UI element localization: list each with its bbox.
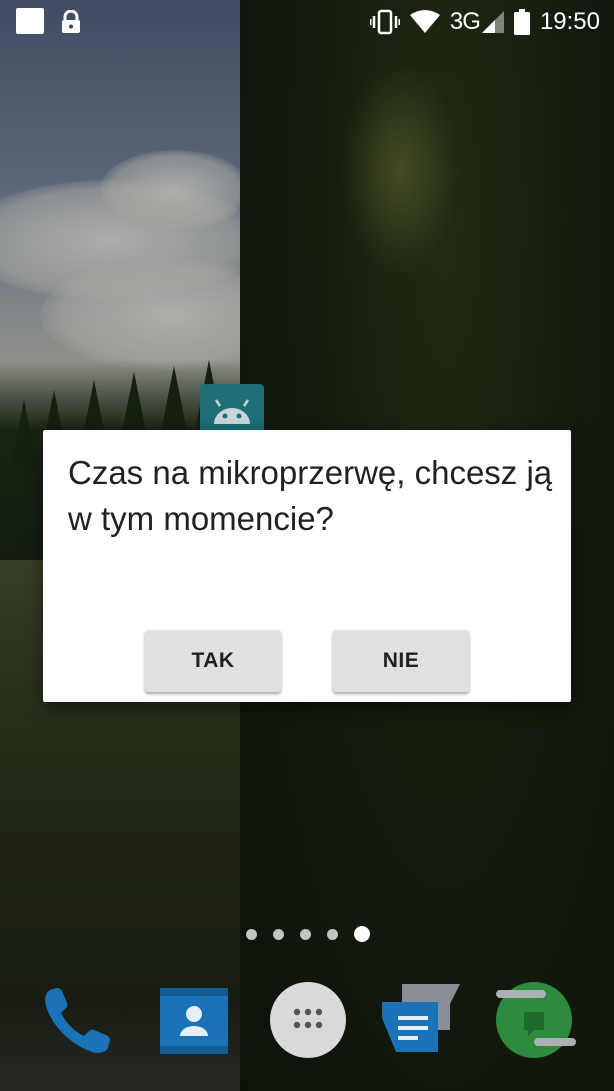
no-button[interactable]: NIE bbox=[333, 630, 469, 692]
page-dot-active[interactable] bbox=[354, 926, 370, 942]
vibrate-icon bbox=[369, 9, 400, 35]
page-dot[interactable] bbox=[273, 928, 284, 940]
status-time: 19:50 bbox=[539, 8, 600, 35]
dialog-message: Czas na mikroprzerwę, chcesz ją w tym mo… bbox=[68, 454, 553, 537]
mobile-network: 3G bbox=[450, 8, 504, 36]
contacts-icon[interactable] bbox=[152, 978, 236, 1062]
page-dot[interactable] bbox=[300, 928, 311, 940]
status-bar: 3G 19:50 bbox=[0, 0, 614, 44]
notification-square-icon bbox=[16, 8, 44, 34]
wifi-icon bbox=[409, 10, 440, 33]
network-type-label: 3G bbox=[449, 8, 481, 35]
messages-icon[interactable] bbox=[378, 978, 462, 1062]
hangouts-icon[interactable] bbox=[494, 978, 578, 1062]
cell-signal-icon bbox=[481, 11, 504, 33]
page-indicator bbox=[246, 926, 370, 942]
lock-icon bbox=[62, 10, 80, 33]
phone-icon[interactable] bbox=[36, 978, 120, 1062]
battery-icon bbox=[513, 9, 530, 35]
app-drawer-icon[interactable] bbox=[266, 978, 350, 1062]
yes-button[interactable]: TAK bbox=[145, 630, 281, 692]
confirm-dialog: Czas na mikroprzerwę, chcesz ją w tym mo… bbox=[43, 430, 571, 702]
page-dot[interactable] bbox=[327, 928, 338, 940]
status-bar-right: 3G 19:50 bbox=[369, 6, 600, 38]
page-dot[interactable] bbox=[246, 928, 257, 940]
